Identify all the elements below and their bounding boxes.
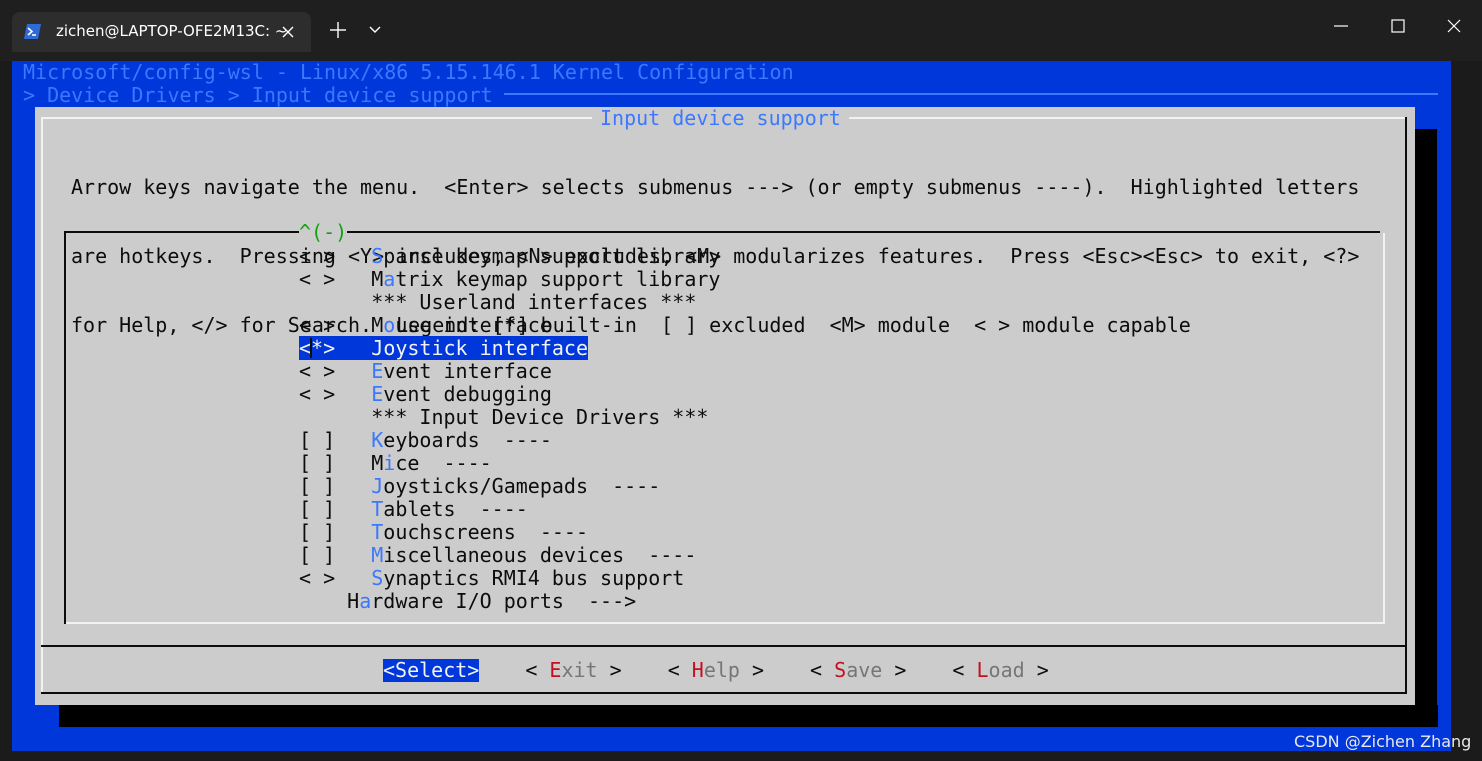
header-rule [504,93,1438,95]
menu-hotkey: a [359,589,372,613]
menu-item[interactable]: [ ] Tablets ---- [299,498,720,521]
button-label: elp [703,658,740,682]
menu-item[interactable]: < > Mouse interface [299,314,720,337]
menu-hotkey: S [371,244,384,268]
menu-item[interactable]: <*> Joystick interface [299,336,720,360]
terminal-tab[interactable]: zichen@LAPTOP-OFE2M13C: ~ [12,12,311,52]
close-tab-icon[interactable] [278,22,298,42]
maximize-icon[interactable] [1386,14,1410,38]
text-cursor [310,338,313,358]
close-window-icon[interactable] [1442,14,1466,38]
tab-title: zichen@LAPTOP-OFE2M13C: ~ [56,22,288,40]
button-label: ave [846,658,883,682]
dialog-title: Input device support [592,107,849,130]
menu-hotkey: T [371,497,384,521]
title-bar: zichen@LAPTOP-OFE2M13C: ~ [0,0,1482,61]
help-line: Arrow keys navigate the menu. <Enter> se… [71,175,1360,199]
menu-item-text: *** Userland interfaces *** [371,290,697,314]
button-hotkey: L [976,658,989,682]
menu-item[interactable]: < > Sparse keymap support library [299,245,720,268]
menu-item-text: < > Synaptics RMI4 bus support [299,566,685,590]
powershell-icon [24,24,41,39]
menu-list: < > Sparse keymap support library < > Mat… [299,245,720,613]
new-tab-plus-icon[interactable] [328,20,348,40]
button-hotkey: H [691,658,704,682]
menu-hotkey: T [371,520,384,544]
menu-item[interactable]: *** Input Device Drivers *** [299,406,720,429]
menu-item-text: [ ] Keyboards ---- [299,428,552,452]
menu-item-text: *** Input Device Drivers *** [371,405,709,429]
frame-bottom [41,692,1407,694]
menu-item[interactable]: *** Userland interfaces *** [299,291,720,314]
button-label: oad [988,658,1025,682]
menu-box-left [64,231,66,624]
menu-hotkey: S [371,566,384,590]
help-button[interactable]: < Help > [668,659,764,682]
menu-item-text: [ ] Miscellaneous devices ---- [299,543,697,567]
dialog-shadow-bottom [59,705,1438,727]
button-hotkey: S [834,658,847,682]
button-label: xit [561,658,598,682]
button-separator [41,645,1407,647]
menu-item-text: [ ] Mice ---- [299,451,492,475]
breadcrumb: > Device Drivers > Input device support [23,83,493,107]
menu-hotkey: o [383,313,396,337]
menu-box-top [64,231,1380,233]
menu-item[interactable]: < > Event debugging [299,383,720,406]
watermark: CSDN @Zichen Zhang [1294,732,1472,751]
button-hotkey: E [549,658,562,682]
menu-item-text: < > Matrix keymap support library [299,267,721,291]
menu-item[interactable]: [ ] Joysticks/Gamepads ---- [299,475,720,498]
menu-box-bottom [66,622,1385,624]
menu-hotkey: a [383,267,396,291]
frame-right [1405,117,1407,694]
menu-item[interactable]: [ ] Touchscreens ---- [299,521,720,544]
chevron-down-icon[interactable] [368,24,382,36]
menu-item[interactable]: [ ] Keyboards ---- [299,429,720,452]
menu-item[interactable]: < > Synaptics RMI4 bus support [299,567,720,590]
menu-item-text: <*> Joystick interface [299,336,589,360]
menu-item[interactable]: [ ] Miscellaneous devices ---- [299,544,720,567]
button-bar: <Select> < Exit > < Help > < Save > < Load > [383,659,1095,682]
menu-box-right [1383,233,1385,624]
config-header: Microsoft/config-wsl - Linux/x86 5.15.14… [23,60,794,84]
menu-item-text: < > Event interface [299,359,552,383]
menu-hotkey: J [371,474,384,498]
save-button[interactable]: < Save > [810,659,906,682]
menu-hotkey: J [371,336,384,360]
menu-hotkey: i [383,451,396,475]
menu-item-text: Hardware I/O ports ---> [347,589,637,613]
menu-item-text: < > Event debugging [299,382,552,406]
menu-item[interactable]: Hardware I/O ports ---> [299,590,720,613]
menu-item-text: < > Mouse interface [299,313,552,337]
menu-hotkey: M [371,543,384,567]
menu-hotkey: E [371,359,384,383]
menu-item[interactable]: < > Event interface [299,360,720,383]
menu-hotkey: E [371,382,384,406]
frame-left [41,117,43,694]
select-button[interactable]: <Select> [383,659,480,682]
menu-item-text: [ ] Joysticks/Gamepads ---- [299,474,661,498]
menu-item-text: < > Sparse keymap support library [299,244,721,268]
menu-hotkey: K [371,428,384,452]
exit-button[interactable]: < Exit > [525,659,621,682]
load-button[interactable]: < Load > [952,659,1048,682]
scroll-indicator: ^(-) [299,220,348,244]
menu-item[interactable]: < > Matrix keymap support library [299,268,720,291]
menu-item-text: [ ] Tablets ---- [299,497,528,521]
menu-item-text: [ ] Touchscreens ---- [299,520,588,544]
minimize-icon[interactable] [1329,14,1353,38]
menu-item[interactable]: [ ] Mice ---- [299,452,720,475]
